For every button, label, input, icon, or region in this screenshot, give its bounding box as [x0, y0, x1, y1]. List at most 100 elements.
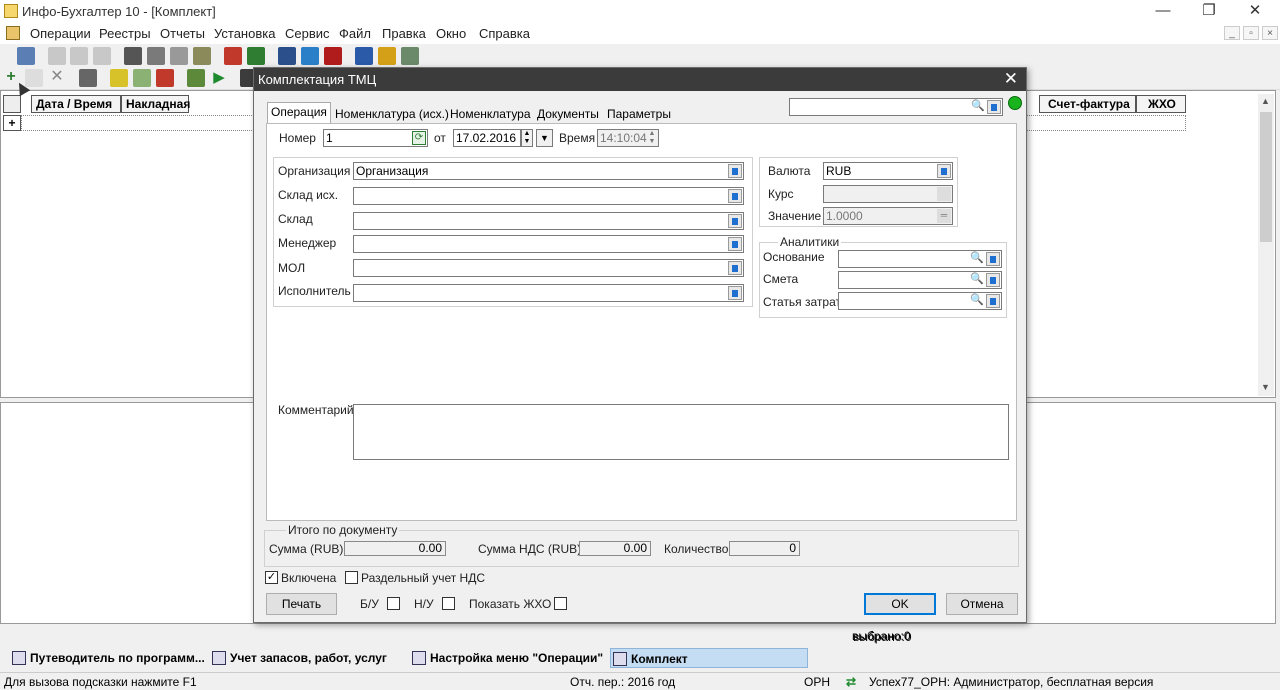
mol-dropdown-icon[interactable]: [728, 261, 742, 275]
menu-setup[interactable]: Установка: [214, 26, 275, 41]
currency-dropdown-icon[interactable]: [937, 164, 951, 178]
estimate-search-icon[interactable]: 🔍: [970, 273, 984, 287]
basis-dropdown-icon[interactable]: [986, 252, 1000, 266]
nu-checkbox[interactable]: [442, 597, 455, 610]
date-spinner[interactable]: ▲ ▼: [521, 129, 533, 147]
cost-item-search-icon[interactable]: 🔍: [970, 294, 984, 308]
estimate-dropdown-icon[interactable]: [986, 273, 1000, 287]
number-input[interactable]: 1 ⟳: [323, 129, 428, 147]
preview-icon[interactable]: [147, 47, 165, 65]
grid-scrollbar[interactable]: ▲ ▼: [1258, 94, 1274, 396]
image-icon[interactable]: [170, 47, 188, 65]
filter-icon[interactable]: [110, 69, 128, 87]
manager-field[interactable]: [353, 235, 744, 253]
time-spinner[interactable]: ▲ ▼: [647, 130, 657, 146]
tab-nomenclature[interactable]: Номенклатура: [447, 105, 534, 125]
document-icon[interactable]: [6, 26, 20, 40]
cost-item-dropdown-icon[interactable]: [986, 294, 1000, 308]
executor-dropdown-icon[interactable]: [728, 286, 742, 300]
run-icon[interactable]: ▶: [210, 69, 228, 87]
currency-field[interactable]: RUB: [823, 162, 953, 180]
separate-vat-checkbox[interactable]: [345, 571, 358, 584]
calendar-dropdown-icon[interactable]: ▼: [536, 129, 553, 147]
scroll-up-icon[interactable]: ▲: [1261, 96, 1270, 106]
menu-window[interactable]: Окно: [436, 26, 466, 41]
bu-checkbox[interactable]: [387, 597, 400, 610]
mdi-minimize-icon[interactable]: _: [1224, 26, 1240, 40]
column-header-datetime[interactable]: Дата / Время: [31, 95, 121, 113]
menu-help[interactable]: Справка: [479, 26, 530, 41]
warehouse-field[interactable]: [353, 212, 744, 230]
globe-icon[interactable]: [301, 47, 319, 65]
delete-icon[interactable]: ✕: [48, 69, 66, 87]
tab-operation[interactable]: Операция: [267, 102, 331, 124]
menu-reports[interactable]: Отчеты: [160, 26, 205, 41]
executor-field[interactable]: [353, 284, 744, 302]
mdi-restore-icon[interactable]: ▫: [1243, 26, 1259, 40]
search-icon[interactable]: 🔍: [971, 100, 985, 114]
picture-icon[interactable]: [378, 47, 396, 65]
show-zho-checkbox[interactable]: [554, 597, 567, 610]
time-input[interactable]: 14:10:04 ▲ ▼: [597, 129, 659, 147]
refresh-icon[interactable]: [187, 69, 205, 87]
menu-registries[interactable]: Реестры: [99, 26, 151, 41]
archive-icon[interactable]: [324, 47, 342, 65]
ok-button[interactable]: OK: [864, 593, 936, 615]
database-icon[interactable]: [278, 47, 296, 65]
grid-settings-icon[interactable]: [3, 95, 21, 113]
settings-icon[interactable]: [401, 47, 419, 65]
estimate-field[interactable]: 🔍: [838, 271, 1002, 289]
task-inventory[interactable]: Учет запасов, работ, услуг: [210, 648, 410, 668]
mdi-close-icon[interactable]: ×: [1262, 26, 1278, 40]
paste-icon[interactable]: [70, 47, 88, 65]
menu-file[interactable]: Файл: [339, 26, 371, 41]
column-header-zho[interactable]: ЖХО: [1136, 95, 1186, 113]
column-header-invoice[interactable]: Накладная: [121, 95, 190, 113]
renumber-icon[interactable]: ⟳: [412, 131, 426, 145]
mol-field[interactable]: [353, 259, 744, 277]
copy-icon[interactable]: [48, 47, 66, 65]
scroll-down-icon[interactable]: ▼: [1261, 382, 1270, 392]
task-guide[interactable]: Путеводитель по программ...: [10, 648, 210, 668]
source-warehouse-dropdown-icon[interactable]: [728, 189, 742, 203]
source-warehouse-field[interactable]: [353, 187, 744, 205]
scroll-thumb[interactable]: [1260, 112, 1272, 242]
tab-documents[interactable]: Документы: [534, 105, 602, 125]
task-menu-setup[interactable]: Настройка меню "Операции": [410, 648, 610, 668]
org-field[interactable]: Организация: [353, 162, 744, 180]
manager-dropdown-icon[interactable]: [728, 237, 742, 251]
menu-edit[interactable]: Правка: [382, 26, 426, 41]
menu-service[interactable]: Сервис: [285, 26, 330, 41]
menu-operations[interactable]: Операции: [30, 26, 91, 41]
dialog-close-icon[interactable]: ✕: [1004, 69, 1018, 89]
task-kit[interactable]: Комплект: [610, 648, 808, 668]
find-icon[interactable]: [79, 69, 97, 87]
cost-item-field[interactable]: 🔍: [838, 292, 1002, 310]
org-dropdown-icon[interactable]: [728, 164, 742, 178]
table-icon[interactable]: [17, 47, 35, 65]
maximize-button[interactable]: ❐: [1186, 0, 1232, 24]
basis-search-icon[interactable]: 🔍: [970, 252, 984, 266]
compass-icon[interactable]: [355, 47, 373, 65]
pdf-icon[interactable]: [224, 47, 242, 65]
report-icon[interactable]: [193, 47, 211, 65]
print-icon[interactable]: [124, 47, 142, 65]
close-button[interactable]: ✕: [1232, 0, 1278, 24]
dialog-search-input[interactable]: 🔍: [789, 98, 1003, 116]
date-input[interactable]: 17.02.2016: [453, 129, 521, 147]
dropdown-icon[interactable]: [987, 100, 1001, 114]
print-button[interactable]: Печать: [266, 593, 337, 615]
basis-field[interactable]: 🔍: [838, 250, 1002, 268]
calculator-icon[interactable]: [247, 47, 265, 65]
included-checkbox[interactable]: ✓: [265, 571, 278, 584]
cancel-button[interactable]: Отмена: [946, 593, 1018, 615]
filter-edit-icon[interactable]: [133, 69, 151, 87]
minimize-button[interactable]: —: [1140, 0, 1186, 24]
column-header-vat-invoice[interactable]: Счет-фактура: [1039, 95, 1136, 113]
tab-parameters[interactable]: Параметры: [604, 105, 674, 125]
filter-clear-icon[interactable]: [156, 69, 174, 87]
rotate-icon[interactable]: [25, 69, 43, 87]
add-row-button[interactable]: +: [3, 115, 21, 131]
warehouse-dropdown-icon[interactable]: [728, 214, 742, 228]
comment-textarea[interactable]: [353, 404, 1009, 460]
